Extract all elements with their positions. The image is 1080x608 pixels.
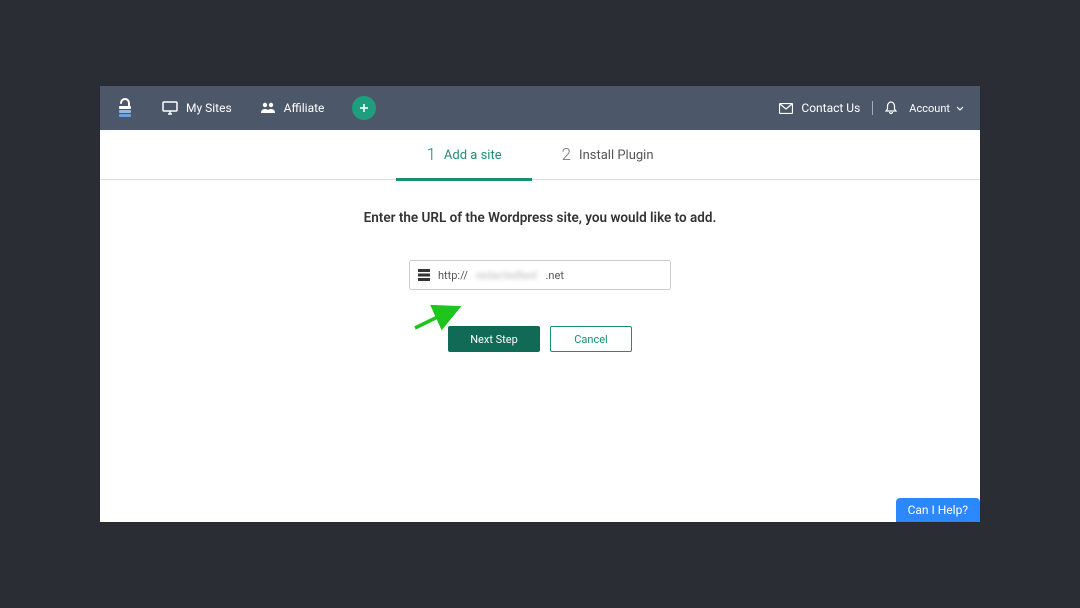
nav-account[interactable]: Account — [909, 102, 964, 115]
chevron-down-icon — [956, 106, 964, 111]
button-row: Next Step Cancel — [140, 326, 940, 352]
plus-icon — [359, 103, 369, 113]
top-nav: My Sites Affiliate — [100, 86, 980, 130]
url-input[interactable]: http:// redactedtext .net — [409, 260, 671, 290]
content-area: Enter the URL of the Wordpress site, you… — [100, 180, 980, 382]
cancel-button[interactable]: Cancel — [550, 326, 632, 352]
url-redacted: redactedtext — [476, 269, 538, 282]
next-step-button[interactable]: Next Step — [448, 326, 540, 352]
nav-my-sites-label: My Sites — [186, 101, 232, 115]
tab-number-1: 1 — [426, 145, 435, 165]
nav-separator — [872, 101, 873, 115]
add-site-button[interactable] — [352, 96, 376, 120]
instruction-text: Enter the URL of the Wordpress site, you… — [140, 210, 940, 226]
people-icon — [260, 102, 276, 114]
nav-contact-us[interactable]: Contact Us — [779, 101, 860, 115]
tab-install-plugin[interactable]: 2 Install Plugin — [532, 130, 684, 180]
url-suffix: .net — [546, 269, 564, 282]
mail-icon — [779, 103, 793, 114]
app-window: My Sites Affiliate — [100, 86, 980, 522]
help-widget[interactable]: Can I Help? — [896, 498, 980, 522]
tab-number-2: 2 — [562, 145, 571, 165]
tab-label-add-site: Add a site — [444, 148, 502, 163]
nav-contact-us-label: Contact Us — [801, 101, 860, 115]
tab-label-install-plugin: Install Plugin — [579, 148, 653, 163]
nav-my-sites[interactable]: My Sites — [162, 101, 232, 115]
logo-icon — [116, 97, 134, 119]
nav-affiliate[interactable]: Affiliate — [260, 101, 325, 115]
step-tabs: 1 Add a site 2 Install Plugin — [100, 130, 980, 180]
nav-account-label: Account — [909, 102, 950, 115]
nav-affiliate-label: Affiliate — [284, 101, 325, 115]
nav-right: Contact Us Account — [779, 101, 964, 115]
server-icon — [418, 269, 430, 281]
tab-add-site[interactable]: 1 Add a site — [396, 130, 531, 180]
monitor-icon — [162, 101, 178, 115]
url-prefix: http:// — [438, 269, 468, 282]
bell-icon[interactable] — [885, 101, 897, 115]
nav-left: My Sites Affiliate — [116, 96, 376, 120]
